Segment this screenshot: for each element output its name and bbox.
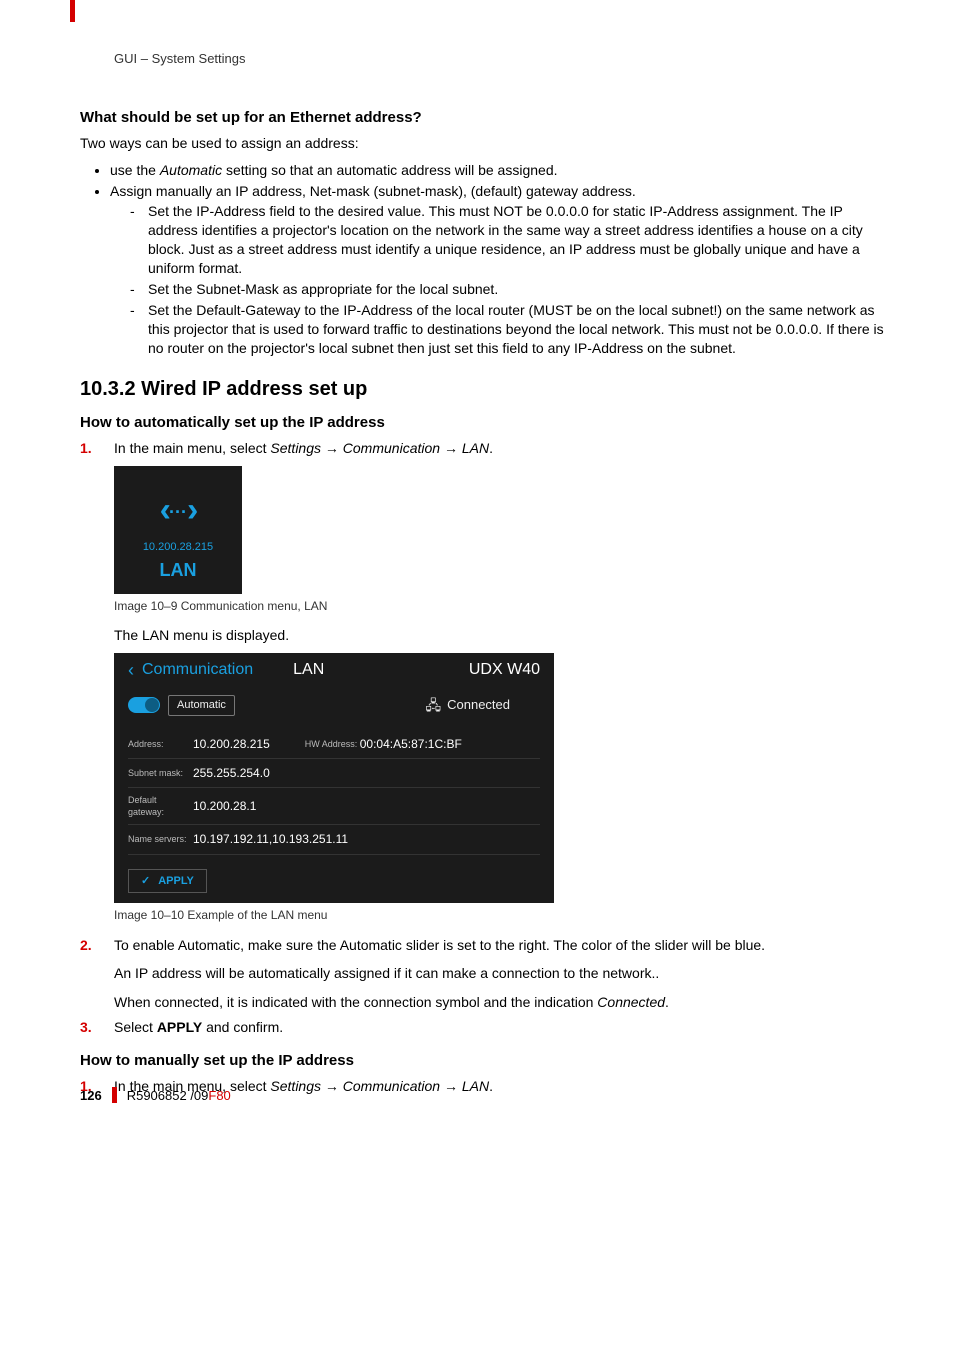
connected-status: 🖧 Connected	[425, 696, 510, 715]
address-label: Address:	[128, 738, 193, 750]
heading-auto-ip: How to automatically set up the IP addre…	[80, 413, 884, 433]
ns-label: Name servers:	[128, 833, 193, 845]
running-header: GUI – System Settings	[114, 50, 884, 68]
bullet-manual: Assign manually an IP address, Net-mask …	[110, 182, 884, 358]
screen-title-lan: LAN	[293, 659, 324, 681]
step-number: 2.	[80, 936, 92, 955]
dash-subnet: Set the Subnet-Mask as appropriate for t…	[130, 280, 884, 299]
lan-tile-label: LAN	[114, 558, 242, 582]
chevron-left-icon[interactable]: ‹	[128, 658, 134, 682]
model-label: UDX W40	[469, 659, 540, 681]
network-icon: 🖧	[425, 696, 441, 715]
step-3-auto: 3. Select APPLY and confirm.	[80, 1018, 884, 1037]
dash-ipaddr: Set the IP-Address field to the desired …	[130, 202, 884, 278]
figure-lan-menu: ‹ Communication LAN UDX W40 Automatic 🖧 …	[114, 653, 554, 904]
automatic-toggle[interactable]	[128, 697, 160, 713]
lan-icon: ‹···›	[160, 488, 197, 534]
automatic-chip: Automatic	[168, 695, 235, 716]
heading-wired-ip: 10.3.2 Wired IP address set up	[80, 376, 884, 403]
step-2-auto: 2. To enable Automatic, make sure the Au…	[80, 936, 884, 1013]
intro-para: Two ways can be used to assign an addres…	[80, 134, 884, 153]
lan-tile-ip: 10.200.28.215	[114, 540, 242, 555]
address-value[interactable]: 10.200.28.215	[193, 736, 270, 752]
hw-address-label: HW Address:	[305, 738, 360, 750]
page-number: 126	[80, 1087, 102, 1105]
ns-value[interactable]: 10.197.192.11,10.193.251.11	[193, 831, 348, 847]
lan-displayed: The LAN menu is displayed.	[114, 626, 884, 645]
apply-button[interactable]: ✓ APPLY	[128, 869, 207, 894]
subnet-label: Subnet mask:	[128, 767, 193, 779]
bullet-auto: use the Automatic setting so that an aut…	[110, 161, 884, 180]
doc-model: F80	[208, 1087, 230, 1105]
step-number: 1.	[80, 439, 92, 458]
doc-ref: R5906852 /09	[127, 1087, 209, 1105]
heading-manual-ip: How to manually set up the IP address	[80, 1051, 884, 1071]
hw-address-value: 00:04:A5:87:1C:BF	[360, 736, 462, 752]
page-footer: 126 R5906852 /09 F80	[80, 1087, 231, 1105]
figure-caption-10-10: Image 10–10 Example of the LAN menu	[114, 907, 884, 923]
gateway-label: Default gateway:	[128, 794, 193, 818]
heading-ethernet-setup: What should be set up for an Ethernet ad…	[80, 108, 884, 128]
step-number: 3.	[80, 1018, 92, 1037]
figure-lan-tile: ‹···› 10.200.28.215 LAN	[114, 466, 242, 594]
subnet-value[interactable]: 255.255.254.0	[193, 765, 270, 781]
check-icon: ✓	[141, 874, 150, 889]
dash-gateway: Set the Default-Gateway to the IP-Addres…	[130, 301, 884, 358]
step-1-auto: 1. In the main menu, select Settings → C…	[80, 439, 884, 924]
breadcrumb-communication[interactable]: Communication	[142, 659, 253, 681]
gateway-value[interactable]: 10.200.28.1	[193, 798, 256, 814]
figure-caption-10-9: Image 10–9 Communication menu, LAN	[114, 598, 884, 614]
